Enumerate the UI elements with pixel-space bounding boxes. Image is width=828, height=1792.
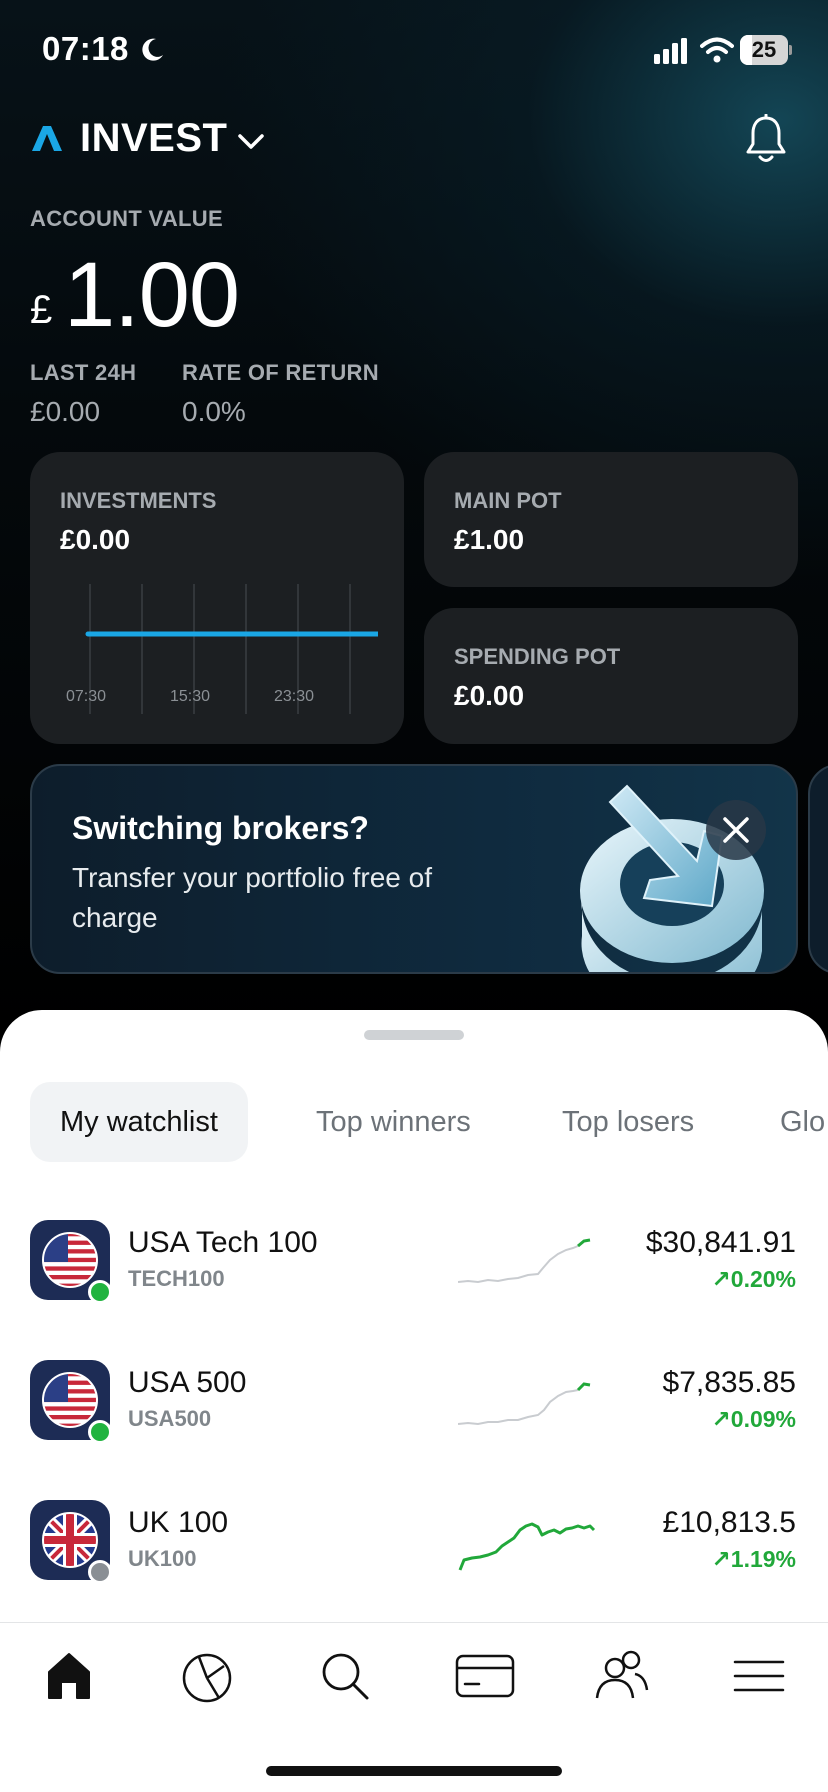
search-icon[interactable] [317,1648,373,1704]
sheet-grabber[interactable] [364,1030,464,1040]
investments-card[interactable]: INVESTMENTS £0.00 07:30 15:30 23:30 [30,452,404,744]
banner-close-button[interactable] [706,800,766,860]
sparkline [458,1382,591,1426]
main-pot-value: £1.00 [454,524,525,555]
account-value-label: ACCOUNT VALUE [30,206,223,231]
instrument-price: $7,835.85 [662,1366,796,1399]
rate-of-return-value: 0.0% [182,396,246,427]
watchlist-row[interactable]: UK 100 UK100 £10,813.5 ↗1.19% [0,1480,828,1600]
last-24h-label: LAST 24H [30,360,137,385]
market-open-indicator [88,1280,112,1304]
main-pot-label: MAIN POT [454,488,562,513]
moon-icon [142,38,163,61]
header: INVEST [30,110,798,174]
instrument-name: USA 500 [128,1366,247,1399]
menu-icon[interactable] [731,1648,787,1704]
investments-label: INVESTMENTS [60,488,217,513]
instrument-name: UK 100 [128,1506,229,1539]
banner-title: Switching brokers? [72,810,369,846]
close-icon[interactable] [706,800,766,860]
watchlist-row[interactable]: USA Tech 100 TECH100 $30,841.91 ↗0.20% [0,1200,828,1320]
sparkline [458,1522,596,1571]
status-bar: 07:18 25 [0,0,828,100]
chart-tick-label: 23:30 [274,688,315,705]
home-indicator [266,1766,562,1776]
instrument-name: USA Tech 100 [128,1226,318,1259]
account-switcher-title[interactable]: INVEST [80,116,227,161]
battery-tip [789,45,792,55]
chart-tick-label: 15:30 [170,688,211,705]
status-time: 07:18 [42,30,129,67]
a-logo-icon [32,126,62,151]
sparkline [458,1238,591,1284]
battery-indicator: 25 [740,35,792,65]
investments-value: £0.00 [60,524,131,555]
watchlist-sheet: My watchlist Top winners Top losers Glo … [0,1010,828,1792]
instrument-ticker: USA500 [128,1406,212,1431]
watchlist-tabs: My watchlist Top winners Top losers Glo [0,1082,828,1162]
home-icon[interactable] [41,1648,97,1704]
spending-pot-label: SPENDING POT [454,644,621,669]
instrument-change: ↗0.20% [711,1266,797,1292]
community-icon[interactable] [593,1648,649,1704]
instrument-change: ↗0.09% [711,1406,797,1432]
card-icon[interactable] [455,1648,515,1704]
bottom-navigation [0,1624,828,1734]
bell-icon[interactable] [744,114,788,166]
tab-top-winners[interactable]: Top winners [316,1082,471,1162]
watchlist-row[interactable]: USA 500 USA500 $7,835.85 ↗0.09% [0,1340,828,1460]
instrument-ticker: UK100 [128,1546,197,1571]
instrument-price: £10,813.5 [662,1506,796,1539]
tab-global[interactable]: Glo [780,1082,825,1162]
battery-percent: 25 [751,37,777,62]
chevron-down-icon[interactable] [236,126,266,156]
transfer-promo-banner[interactable]: Switching brokers? Transfer your portfol… [30,764,798,974]
account-value: 1.00 [64,244,240,346]
spending-pot-card[interactable]: SPENDING POT £0.00 [424,608,798,744]
spending-pot-value: £0.00 [454,680,525,711]
portfolio-icon[interactable] [179,1648,235,1704]
tab-my-watchlist[interactable]: My watchlist [30,1082,248,1162]
market-open-indicator [88,1420,112,1444]
instrument-ticker: TECH100 [128,1266,225,1291]
instrument-price: $30,841.91 [645,1226,796,1259]
tab-top-losers[interactable]: Top losers [562,1082,694,1162]
signal-icon [654,38,687,64]
next-promo-card[interactable] [808,764,828,974]
chart-tick-label: 07:30 [66,688,107,705]
last-24h-value: £0.00 [30,396,101,427]
rate-of-return-label: RATE OF RETURN [182,360,379,385]
market-closed-indicator [88,1560,112,1584]
main-pot-card[interactable]: MAIN POT £1.00 [424,452,798,587]
nav-divider [0,1622,828,1623]
wifi-icon [700,37,734,63]
banner-text: Transfer your portfolio free of charge [72,862,433,933]
instrument-change: ↗1.19% [711,1546,797,1572]
account-currency: £ [30,288,53,332]
